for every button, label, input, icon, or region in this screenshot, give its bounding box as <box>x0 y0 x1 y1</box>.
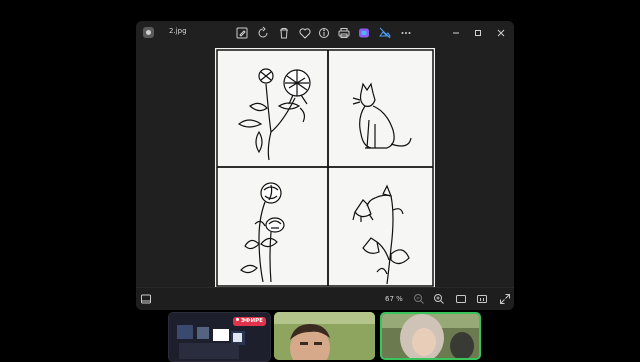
live-label: ЭФИРЕ <box>241 318 263 324</box>
visual-search-icon[interactable] <box>378 26 392 40</box>
minimize-button[interactable] <box>449 26 463 40</box>
zoom-in-icon[interactable] <box>433 293 445 305</box>
participant-tile-stream[interactable]: ЭФИРЕ <box>168 312 271 362</box>
zoom-level: 67 % <box>385 295 403 303</box>
rotate-icon[interactable] <box>256 26 270 40</box>
zoom-out-icon[interactable] <box>413 293 425 305</box>
file-name: 2.jpg <box>169 27 187 35</box>
participant-video-woman <box>382 314 479 358</box>
status-bar: 67 % <box>136 287 514 310</box>
participant-tile-man[interactable] <box>274 312 375 360</box>
image-canvas <box>136 45 514 288</box>
info-icon[interactable] <box>317 26 331 40</box>
live-badge: ЭФИРЕ <box>233 317 266 326</box>
maximize-button[interactable] <box>471 26 485 40</box>
participant-video-man <box>274 312 375 360</box>
close-button[interactable] <box>494 26 508 40</box>
participant-tile-woman[interactable] <box>380 312 481 360</box>
displayed-image <box>215 48 435 288</box>
photo-viewer-window: 2.jpg 67 % <box>136 21 514 310</box>
actual-size-icon[interactable] <box>476 293 488 305</box>
filmstrip-icon[interactable] <box>140 293 152 305</box>
full-screen-icon[interactable] <box>499 293 511 305</box>
delete-icon[interactable] <box>277 26 291 40</box>
favorite-icon[interactable] <box>298 26 312 40</box>
copilot-icon[interactable] <box>357 26 371 40</box>
edit-icon[interactable] <box>235 26 249 40</box>
fit-to-window-icon[interactable] <box>455 293 467 305</box>
photos-app-icon <box>143 27 154 38</box>
more-icon[interactable] <box>399 26 413 40</box>
title-bar: 2.jpg <box>136 21 514 45</box>
print-icon[interactable] <box>337 26 351 40</box>
